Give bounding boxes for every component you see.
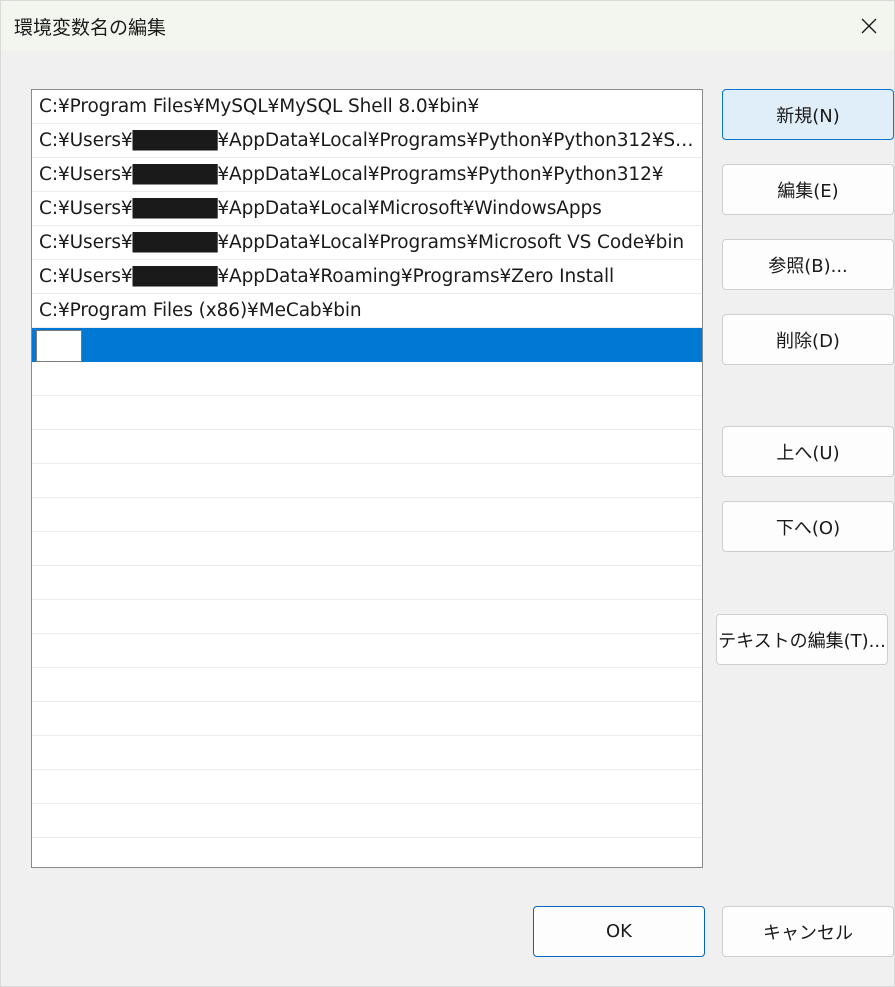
empty-row[interactable] [32,600,702,634]
empty-row[interactable] [32,532,702,566]
empty-row[interactable] [32,430,702,464]
list-item[interactable]: C:¥Users¥██████¥AppData¥Local¥Programs¥M… [32,226,702,260]
list-item-text: C:¥Users¥██████¥AppData¥Local¥Microsoft¥… [39,198,602,219]
new-button[interactable]: 新規(N) [722,89,894,140]
empty-row[interactable] [32,464,702,498]
close-button[interactable] [844,1,894,51]
list-item-selected[interactable] [32,328,702,362]
close-icon [861,18,877,34]
list-item[interactable]: C:¥Program Files¥MySQL¥MySQL Shell 8.0¥b… [32,90,702,124]
list-item-text: C:¥Program Files (x86)¥MeCab¥bin [39,300,362,321]
edit-environment-variable-dialog: 環境変数名の編集 C:¥Program Files¥MySQL¥MySQL Sh… [0,0,895,987]
edit-text-button[interactable]: テキストの編集(T)... [716,614,888,665]
list-item[interactable]: C:¥Users¥██████¥AppData¥Local¥Microsoft¥… [32,192,702,226]
list-item[interactable]: C:¥Users¥██████¥AppData¥Roaming¥Programs… [32,260,702,294]
empty-row[interactable] [32,770,702,804]
title-bar: 環境変数名の編集 [1,1,894,51]
empty-row[interactable] [32,498,702,532]
empty-row[interactable] [32,804,702,838]
browse-button[interactable]: 参照(B)... [722,239,894,290]
list-item[interactable]: C:¥Users¥██████¥AppData¥Local¥Programs¥P… [32,158,702,192]
list-item-text: C:¥Program Files¥MySQL¥MySQL Shell 8.0¥b… [39,96,480,117]
move-down-button[interactable]: 下へ(O) [722,501,894,552]
delete-button[interactable]: 削除(D) [722,314,894,365]
dialog-title: 環境変数名の編集 [14,17,167,39]
empty-row[interactable] [32,566,702,600]
path-list[interactable]: C:¥Program Files¥MySQL¥MySQL Shell 8.0¥b… [31,89,703,868]
empty-row[interactable] [32,838,702,867]
list-item-text: C:¥Users¥██████¥AppData¥Roaming¥Programs… [39,266,615,287]
empty-row[interactable] [32,702,702,736]
empty-row[interactable] [32,396,702,430]
list-item-text: C:¥Users¥██████¥AppData¥Local¥Programs¥P… [39,164,664,185]
cancel-button[interactable]: キャンセル [722,906,894,957]
edit-button[interactable]: 編集(E) [722,164,894,215]
list-item-text: C:¥Users¥██████¥AppData¥Local¥Programs¥P… [39,130,699,151]
empty-row[interactable] [32,736,702,770]
list-item-text: C:¥Users¥██████¥AppData¥Local¥Programs¥M… [39,232,684,253]
inline-edit-input[interactable] [36,330,82,362]
list-item[interactable]: C:¥Program Files (x86)¥MeCab¥bin [32,294,702,328]
list-item[interactable]: C:¥Users¥██████¥AppData¥Local¥Programs¥P… [32,124,702,158]
empty-row[interactable] [32,668,702,702]
ok-button[interactable]: OK [533,906,705,957]
move-up-button[interactable]: 上へ(U) [722,426,894,477]
empty-row[interactable] [32,634,702,668]
empty-row[interactable] [32,362,702,396]
